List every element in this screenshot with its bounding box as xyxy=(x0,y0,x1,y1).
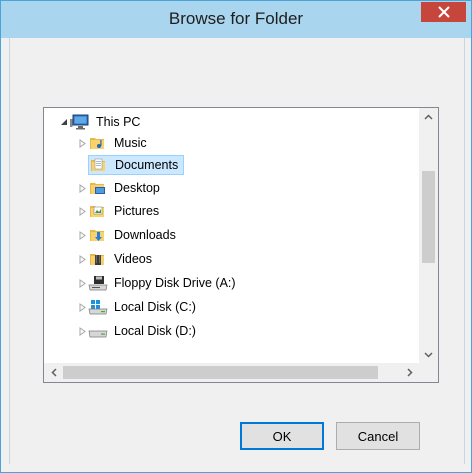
tree-item-label: Videos xyxy=(114,252,152,266)
music-folder-icon xyxy=(88,134,108,152)
tree-item-floppy-a[interactable]: Floppy Disk Drive (A:) xyxy=(76,272,239,294)
expand-arrow-icon[interactable] xyxy=(76,183,88,193)
pc-icon xyxy=(70,113,90,131)
expand-arrow-icon[interactable] xyxy=(76,138,88,148)
tree-item-label: Local Disk (C:) xyxy=(114,300,196,314)
title-bar[interactable]: Browse for Folder xyxy=(1,1,471,38)
tree-item-downloads[interactable]: Downloads xyxy=(76,224,179,246)
horizontal-scroll-thumb[interactable] xyxy=(63,366,378,379)
tree-item-videos[interactable]: Videos xyxy=(76,248,155,270)
desktop-folder-icon xyxy=(88,179,108,197)
tree-item-label: Downloads xyxy=(114,228,176,242)
chevron-right-icon xyxy=(406,368,413,377)
expand-arrow-icon[interactable] xyxy=(76,206,88,216)
hard-disk-icon xyxy=(88,322,108,340)
tree-item-label: This PC xyxy=(96,115,141,129)
downloads-folder-icon xyxy=(88,226,108,244)
tree-item-label: Desktop xyxy=(114,181,160,195)
floppy-drive-icon xyxy=(88,274,108,292)
dialog-title: Browse for Folder xyxy=(168,9,304,28)
scroll-left-button[interactable] xyxy=(44,364,63,381)
expand-arrow-icon[interactable] xyxy=(76,278,88,288)
scroll-right-button[interactable] xyxy=(400,364,419,381)
scrollbar-corner xyxy=(419,363,438,382)
chevron-up-icon xyxy=(424,113,433,120)
expand-arrow-icon[interactable] xyxy=(76,302,88,312)
pictures-folder-icon xyxy=(88,202,108,220)
tree-item-documents[interactable]: Documents xyxy=(76,154,185,176)
selection-highlight: Documents xyxy=(88,155,185,175)
system-disk-icon xyxy=(88,298,108,316)
expanded-arrow-icon[interactable] xyxy=(58,118,70,126)
browse-folder-dialog: Browse for Folder This PC Music Document… xyxy=(0,0,472,473)
chevron-left-icon xyxy=(50,368,57,377)
expand-arrow-icon[interactable] xyxy=(76,326,88,336)
cancel-button[interactable]: Cancel xyxy=(336,422,420,450)
vertical-scrollbar[interactable] xyxy=(419,108,438,363)
tree-item-label: Floppy Disk Drive (A:) xyxy=(114,276,236,290)
tree-item-local-disk-c[interactable]: Local Disk (C:) xyxy=(76,296,199,318)
close-icon xyxy=(437,6,450,18)
videos-folder-icon xyxy=(88,250,108,268)
tree-item-label: Pictures xyxy=(114,204,160,218)
scroll-up-button[interactable] xyxy=(419,108,438,125)
ok-button[interactable]: OK xyxy=(240,422,324,450)
expand-arrow-icon[interactable] xyxy=(76,230,88,240)
tree-item-local-disk-d[interactable]: Local Disk (D:) xyxy=(76,320,199,342)
horizontal-scrollbar[interactable] xyxy=(44,363,419,382)
expand-arrow-icon[interactable] xyxy=(76,254,88,264)
tree-root-this-pc[interactable]: This PC xyxy=(58,111,143,133)
tree-item-label: Documents xyxy=(115,158,179,172)
close-button[interactable] xyxy=(421,2,466,22)
tree-item-label: Local Disk (D:) xyxy=(114,324,196,338)
tree-item-pictures[interactable]: Pictures xyxy=(76,200,162,222)
tree-item-desktop[interactable]: Desktop xyxy=(76,177,163,199)
folder-tree[interactable]: This PC Music Documents Desktop Pictures… xyxy=(43,107,439,383)
vertical-scroll-thumb[interactable] xyxy=(422,171,435,263)
tree-item-music[interactable]: Music xyxy=(76,132,150,154)
scroll-down-button[interactable] xyxy=(419,346,438,363)
documents-folder-icon xyxy=(89,156,109,174)
tree-item-label: Music xyxy=(114,136,147,150)
chevron-down-icon xyxy=(424,351,433,358)
